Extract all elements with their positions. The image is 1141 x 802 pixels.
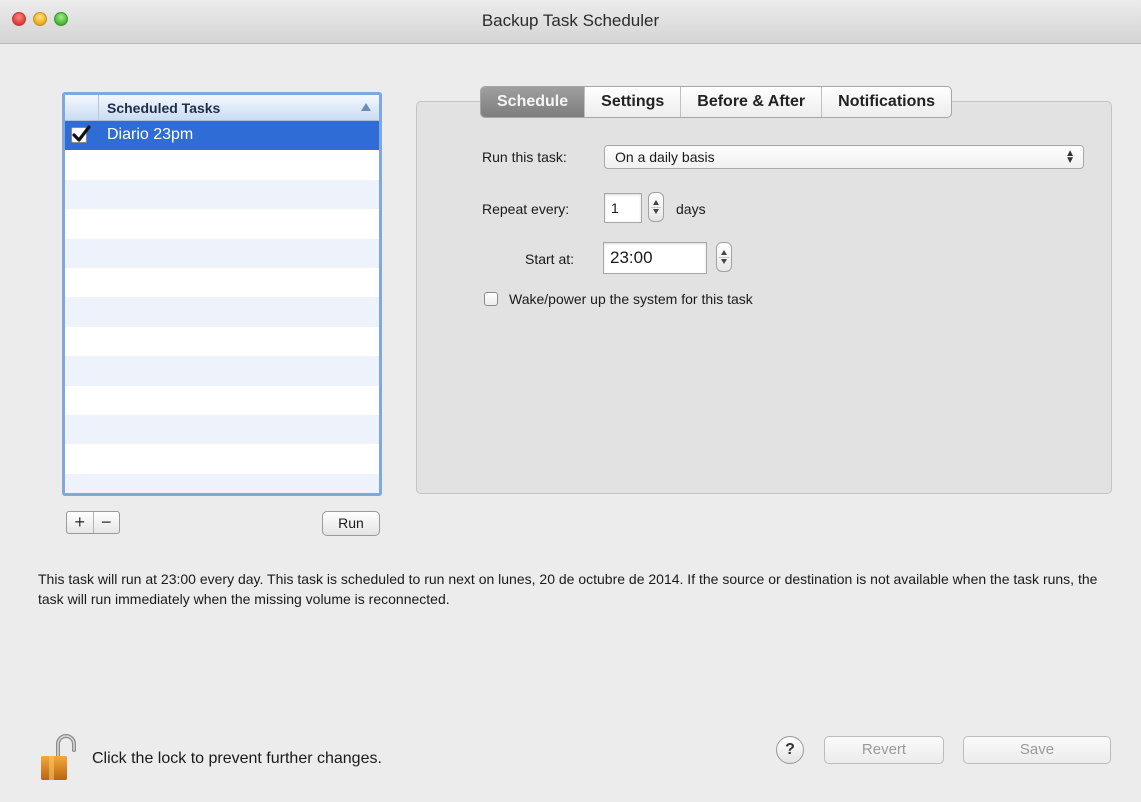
- add-remove-task-buttons: + −: [66, 511, 120, 534]
- tab-bar: Schedule Settings Before & After Notific…: [480, 86, 953, 118]
- start-time-stepper[interactable]: [716, 242, 732, 272]
- run-frequency-value: On a daily basis: [615, 149, 715, 165]
- checkmark-icon: [72, 125, 91, 142]
- schedule-description: This task will run at 23:00 every day. T…: [38, 571, 1098, 607]
- title-bar: Backup Task Scheduler: [0, 0, 1141, 44]
- scheduled-tasks-column-header[interactable]: Scheduled Tasks: [107, 100, 220, 116]
- run-this-task-label: Run this task:: [482, 149, 567, 165]
- tab-notifications[interactable]: Notifications: [821, 87, 951, 117]
- empty-list-row: [65, 356, 379, 386]
- scheduled-tasks-list[interactable]: Scheduled Tasks Diario 23pm: [62, 92, 382, 496]
- empty-list-row: [65, 327, 379, 356]
- list-header: Scheduled Tasks: [65, 95, 379, 121]
- select-arrows-icon: ▲ ▼: [1065, 148, 1075, 166]
- tab-before-after[interactable]: Before & After: [680, 87, 821, 117]
- stepper-up-icon: [653, 200, 659, 205]
- tab-schedule[interactable]: Schedule: [481, 87, 585, 117]
- tab-settings[interactable]: Settings: [584, 87, 680, 117]
- run-task-button[interactable]: Run: [322, 511, 380, 536]
- empty-list-row: [65, 386, 379, 415]
- window-title: Backup Task Scheduler: [481, 11, 660, 30]
- start-at-label: Start at:: [525, 251, 575, 267]
- run-frequency-select[interactable]: On a daily basis ▲ ▼: [604, 145, 1084, 169]
- start-time-field[interactable]: 23:00: [603, 242, 707, 274]
- empty-list-row: [65, 473, 379, 493]
- backup-task-scheduler-window: Backup Task Scheduler Scheduled Tasks Di…: [0, 0, 1141, 802]
- empty-list-row: [65, 179, 379, 210]
- revert-button[interactable]: Revert: [824, 736, 944, 764]
- empty-list-row: [65, 238, 379, 268]
- empty-list-row: [65, 444, 379, 473]
- empty-list-row: [65, 150, 379, 179]
- empty-list-row: [65, 414, 379, 445]
- task-enabled-checkbox[interactable]: [71, 125, 91, 143]
- empty-list-row: [65, 268, 379, 297]
- checkbox-column-header[interactable]: [65, 95, 99, 120]
- repeat-unit-label: days: [676, 201, 706, 217]
- empty-list-row: [65, 209, 379, 238]
- save-button[interactable]: Save: [963, 736, 1111, 764]
- repeat-interval-field[interactable]: 1: [604, 193, 642, 223]
- lock-instruction-text: Click the lock to prevent further change…: [92, 750, 382, 767]
- repeat-every-label: Repeat every:: [482, 201, 570, 217]
- stepper-up-icon: [721, 250, 727, 255]
- empty-list-row: [65, 297, 379, 327]
- repeat-interval-stepper[interactable]: [648, 192, 664, 222]
- task-name: Diario 23pm: [107, 126, 194, 143]
- unlocked-padlock-icon[interactable]: [38, 732, 84, 784]
- sort-ascending-icon: [361, 103, 371, 111]
- remove-task-button[interactable]: −: [92, 512, 120, 533]
- stepper-down-icon: [721, 259, 727, 264]
- wake-system-checkbox[interactable]: [484, 292, 498, 306]
- help-button[interactable]: ?: [776, 736, 804, 764]
- wake-system-label: Wake/power up the system for this task: [509, 291, 753, 307]
- stepper-down-icon: [653, 209, 659, 214]
- add-task-button[interactable]: +: [67, 512, 93, 533]
- task-row[interactable]: Diario 23pm: [65, 121, 379, 151]
